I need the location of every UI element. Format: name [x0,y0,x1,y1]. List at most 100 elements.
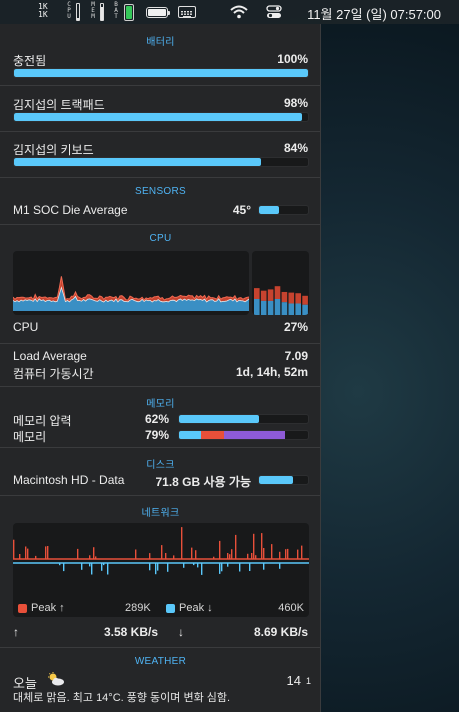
net-up-spike [263,548,265,559]
memory-usage-value: 79% [144,428,169,442]
cpu-core-user-bar [267,300,274,315]
net-down-spike [59,563,61,566]
soc-temp-bar [258,205,309,215]
net-up-spike [95,556,97,559]
network-history-graph: Peak ↑ 289K Peak ↓ 460K [13,523,309,617]
memory-segment-1 [200,431,225,439]
net-down-spike [89,563,91,567]
network-section: 네트워크 Peak ↑ 289K Peak ↓ 460K ↑ 3.58 KB/s… [0,496,321,648]
net-up-spike [271,544,273,559]
memory-usage-label: 메모리 [13,430,47,444]
keyboard-battery-value: 84% [283,141,308,155]
cpu-mini-label: CPU [67,1,71,20]
battery-mini-bar[interactable] [124,4,134,21]
section-title-memory: 메모리 [146,399,175,410]
net-down-spike [279,563,281,569]
weather-temp-low: 1 [305,676,311,686]
cpu-core-system-bar [288,292,295,304]
keyboard-battery-label: 김지섭의 키보드 [13,143,94,157]
keyboard-icon[interactable] [178,6,196,18]
battery-icon[interactable] [146,7,170,18]
peak-up-swatch [18,604,27,613]
net-up-spike [285,549,287,559]
section-title-sensors: SENSORS [134,186,186,197]
download-arrow-icon: ↓ [178,625,184,639]
net-down-spike [249,563,251,571]
net-up-spike [47,546,49,559]
cpu-core-user-bar [281,302,288,315]
cpu-core-system-bar [260,290,267,301]
stats-dropdown-panel: 배터리 충전됨 100% 김지섭의 트랙패드 98% 김지섭의 키보드 84% … [0,24,321,712]
cpu-system-line [13,276,249,301]
cpu-core-system-bar [295,293,301,304]
memory-segment-0 [179,431,201,439]
net-down-spike [157,563,159,571]
cpu-section: CPU CPU 27% [0,225,321,344]
net-up-spike [231,549,233,559]
memory-pressure-value: 62% [144,412,169,426]
net-up-spike [229,554,231,559]
memory-pressure-bar [178,414,309,424]
cpu-core-user-bar [288,303,295,315]
net-up-spike [173,555,175,559]
battery-charging-label: 충전됨 [13,54,47,68]
net-down-spike [221,563,223,572]
peak-down-value: 460K [278,602,304,614]
net-down-spike [197,563,199,568]
sensors-section: SENSORS M1 SOC Die Average 45° [0,178,321,225]
peak-down-label: Peak ↓ [179,602,213,614]
cpu-core-system-bar [281,291,288,303]
net-up-spike [93,547,95,559]
net-down-spike [107,563,109,575]
net-down-spike [167,563,169,572]
memory-usage-bar [178,430,309,440]
net-up-spike [235,534,237,559]
cpu-core-system-bar [267,289,274,301]
net-up-spike [255,555,257,559]
cpu-mini-bar[interactable] [76,3,80,21]
mem-mini-label: MEM [91,1,95,20]
net-down-spike [239,563,241,572]
section-title-weather: WEATHER [134,656,187,667]
memory-section: 메모리 메모리 압력 62% 메모리 79% [0,387,321,448]
section-title-cpu: CPU [149,233,172,244]
net-up-spike [287,548,289,559]
net-up-spike [77,548,79,559]
menubar-clock[interactable]: 11월 27일 (일) 07:57:00 [307,4,441,23]
net-down-spike [101,563,103,571]
net-down-mini: 1K [38,10,48,19]
net-up-spike [135,549,137,559]
net-down-spike [149,563,151,571]
cpu-core-system-bar [274,286,281,299]
battery-charging-value: 100% [277,52,308,66]
memory-segment-2 [224,431,285,439]
net-down-spike [183,563,185,568]
battery-section: 배터리 충전됨 100% 김지섭의 트랙패드 98% 김지섭의 키보드 84% [0,24,321,178]
net-up-spike [219,540,221,559]
battery-charging-bar [13,68,309,78]
section-title-disk: 디스크 [146,460,175,471]
net-up-spike [247,553,249,559]
bat-mini-label: BAT [114,1,118,20]
net-up-spike [161,545,163,559]
network-mini-readout[interactable]: 1K 1K [38,3,48,19]
cpu-core-system-bar [302,295,308,305]
net-down-spike [103,563,105,566]
load-average-value: 7.09 [284,349,308,363]
net-up-spike [261,533,263,559]
control-center-icon[interactable] [266,5,282,22]
cpu-core-graph [252,251,309,315]
trackpad-battery-label: 김지섭의 트랙패드 [13,98,105,112]
cpu-usage-value: 27% [283,320,308,334]
net-down-spike [63,563,65,572]
net-down-spike [193,563,195,566]
net-up-spike [253,533,255,559]
soc-temp-value: 45° [232,203,251,217]
disk-name-label: Macintosh HD - Data [13,473,125,487]
weather-description: 대체로 맑음. 최고 14°C. 풍향 동이며 변화 심함. [13,692,231,704]
net-up-spike [279,551,281,559]
section-title-network: 네트워크 [141,508,180,519]
mem-mini-bar[interactable] [100,3,104,21]
net-up-spike [301,545,303,559]
wifi-icon[interactable] [230,5,248,22]
